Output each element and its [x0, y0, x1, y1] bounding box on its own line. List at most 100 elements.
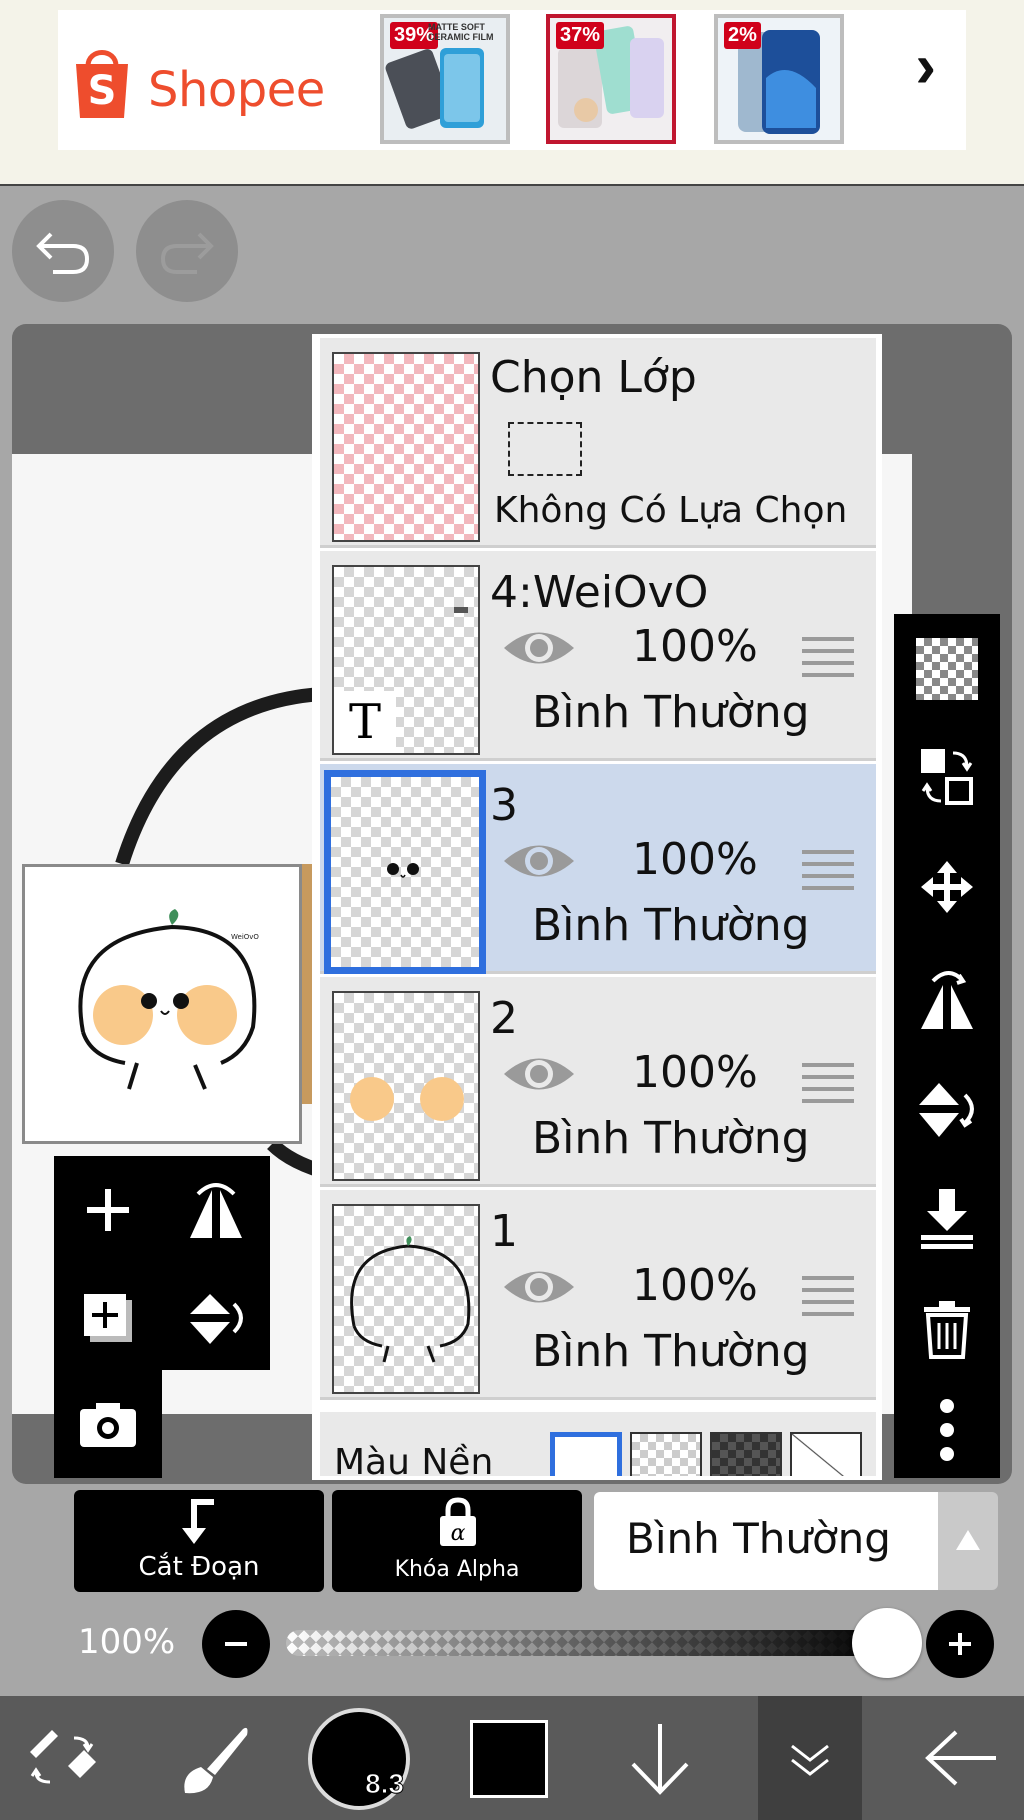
shopee-bag-icon: S — [76, 50, 128, 118]
selection-layer-title: Chọn Lớp — [490, 352, 697, 403]
redo-button[interactable] — [136, 200, 238, 302]
layer-name: 2 — [490, 993, 518, 1044]
layer-opacity: 100% — [632, 1260, 758, 1311]
undo-icon — [36, 232, 90, 274]
camera-button[interactable] — [54, 1370, 162, 1478]
add-layer-button[interactable] — [54, 1156, 162, 1264]
tool-switch-button[interactable] — [0, 1696, 124, 1820]
eye-icon[interactable] — [500, 1262, 578, 1312]
layer-row[interactable]: T 4:WeiOvO 100% Bình Thường — [320, 551, 876, 761]
new-transparent-layer-button[interactable] — [894, 614, 1000, 724]
text-preview-mark — [454, 607, 468, 613]
character-preview-image: WeiOvO — [78, 909, 259, 1090]
shopee-ad[interactable]: S Shopee 39% MATTE SOFT CERAMIC FILM 37% — [58, 10, 966, 150]
lock-icon: α — [440, 1497, 476, 1546]
layer-row-selected[interactable]: 3 100% Bình Thường — [320, 764, 876, 974]
brush-size-button[interactable]: 8.3 — [308, 1708, 410, 1810]
swap-layers-icon — [921, 749, 973, 805]
flip-horizontal-icon — [921, 971, 973, 1029]
opacity-slider-track[interactable] — [286, 1630, 886, 1656]
flip-layer-horizontal-button[interactable] — [894, 944, 1000, 1054]
layer-name: 4:WeiOvO — [490, 567, 709, 618]
discount-badge: 37% — [556, 22, 605, 49]
layer-opacity: 100% — [632, 621, 758, 672]
flip-layer-vertical-button[interactable] — [894, 1054, 1000, 1164]
selection-layer-thumbnail — [332, 352, 480, 542]
layer-opacity: 100% — [632, 834, 758, 885]
ad-next-chevron-icon[interactable]: › — [915, 36, 936, 98]
more-vertical-icon — [940, 1399, 954, 1461]
bottom-toolbar: 8.3 — [0, 1696, 1024, 1820]
trash-icon — [924, 1301, 970, 1359]
layer-thumbnail: T — [332, 565, 480, 755]
back-button[interactable] — [900, 1696, 1024, 1820]
blend-mode-dropdown-button[interactable] — [938, 1492, 998, 1590]
ad-product-2[interactable]: 37% — [546, 14, 676, 144]
layer-blend-mode: Bình Thường — [532, 1113, 810, 1164]
background-color-row: Màu Nền — [320, 1412, 876, 1476]
layer-thumbnail — [324, 770, 486, 974]
layer-row[interactable]: 1 100% Bình Thường — [320, 1190, 876, 1400]
product-caption: MATTE SOFT CERAMIC FILM — [428, 22, 494, 42]
paintbrush-icon — [184, 1727, 248, 1794]
flip-vertical-button[interactable] — [162, 1264, 270, 1372]
background-dark-swatch[interactable] — [710, 1432, 782, 1476]
layer-thumbnail — [332, 991, 480, 1181]
shopee-brand-text: Shopee — [148, 62, 325, 118]
camera-tool — [54, 1370, 162, 1478]
color-picker-button[interactable] — [470, 1720, 548, 1798]
swap-layers-button[interactable] — [894, 722, 1000, 832]
clipping-arrow-icon — [182, 1499, 214, 1544]
background-white-swatch[interactable] — [550, 1432, 622, 1476]
layer-name: 1 — [490, 1206, 518, 1257]
collapse-panel-button[interactable] — [758, 1696, 862, 1820]
blend-mode-value: Bình Thường — [626, 1514, 891, 1563]
layer-add-icon — [84, 1294, 132, 1342]
ad-product-3[interactable]: 2% — [714, 14, 844, 144]
layer-blend-mode: Bình Thường — [532, 900, 810, 951]
move-layer-button[interactable] — [894, 832, 1000, 942]
canvas-preview[interactable]: WeiOvO — [22, 864, 302, 1144]
merge-down-button[interactable] — [894, 1164, 1000, 1274]
selection-status: Không Có Lựa Chọn — [494, 490, 848, 531]
add-image-layer-button[interactable] — [54, 1264, 162, 1372]
alpha-lock-button[interactable]: α Khóa Alpha — [332, 1490, 582, 1592]
background-transparent-swatch[interactable] — [630, 1432, 702, 1476]
triangle-up-icon — [956, 1530, 980, 1550]
plus-icon — [87, 1189, 129, 1231]
brush-eraser-switch-icon — [30, 1730, 96, 1784]
drag-handle-icon[interactable] — [802, 637, 854, 677]
svg-text:α: α — [451, 1521, 466, 1546]
layer-panel: Chọn Lớp Không Có Lựa Chọn T 4:WeiOvO 10… — [312, 334, 882, 1480]
layer-down-button[interactable] — [610, 1696, 710, 1820]
clipping-button[interactable]: Cắt Đoạn — [74, 1490, 324, 1592]
layer-tools-left — [54, 1156, 270, 1370]
blend-mode-select[interactable]: Bình Thường — [594, 1492, 938, 1590]
opacity-increase-button[interactable] — [926, 1610, 994, 1678]
opacity-slider-handle[interactable] — [852, 1608, 922, 1678]
brush-size-value: 8.3 — [365, 1768, 405, 1800]
flip-vertical-icon — [190, 1294, 243, 1344]
cheeks-thumbnail-image — [350, 1077, 464, 1121]
drag-handle-icon[interactable] — [802, 850, 854, 890]
eye-icon[interactable] — [500, 623, 578, 673]
background-none-swatch[interactable] — [790, 1432, 862, 1476]
discount-badge: 2% — [724, 22, 761, 49]
plus-icon — [949, 1633, 971, 1655]
drag-handle-icon[interactable] — [802, 1063, 854, 1103]
layer-row[interactable]: 2 100% Bình Thường — [320, 977, 876, 1187]
opacity-decrease-button[interactable] — [202, 1610, 270, 1678]
selection-layer-row[interactable]: Chọn Lớp Không Có Lựa Chọn — [320, 338, 876, 548]
selection-marquee-icon — [508, 422, 582, 476]
ad-product-1[interactable]: 39% MATTE SOFT CERAMIC FILM — [380, 14, 510, 144]
outline-thumbnail-image — [350, 1236, 471, 1363]
more-options-button[interactable] — [894, 1380, 1000, 1480]
brush-tool-button[interactable] — [150, 1696, 274, 1820]
eye-icon[interactable] — [500, 1049, 578, 1099]
eye-icon[interactable] — [500, 836, 578, 886]
drag-handle-icon[interactable] — [802, 1276, 854, 1316]
flip-horizontal-button[interactable] — [162, 1156, 270, 1264]
delete-layer-button[interactable] — [894, 1274, 1000, 1384]
ad-banner: S Shopee 39% MATTE SOFT CERAMIC FILM 37% — [0, 0, 1024, 186]
undo-button[interactable] — [12, 200, 114, 302]
